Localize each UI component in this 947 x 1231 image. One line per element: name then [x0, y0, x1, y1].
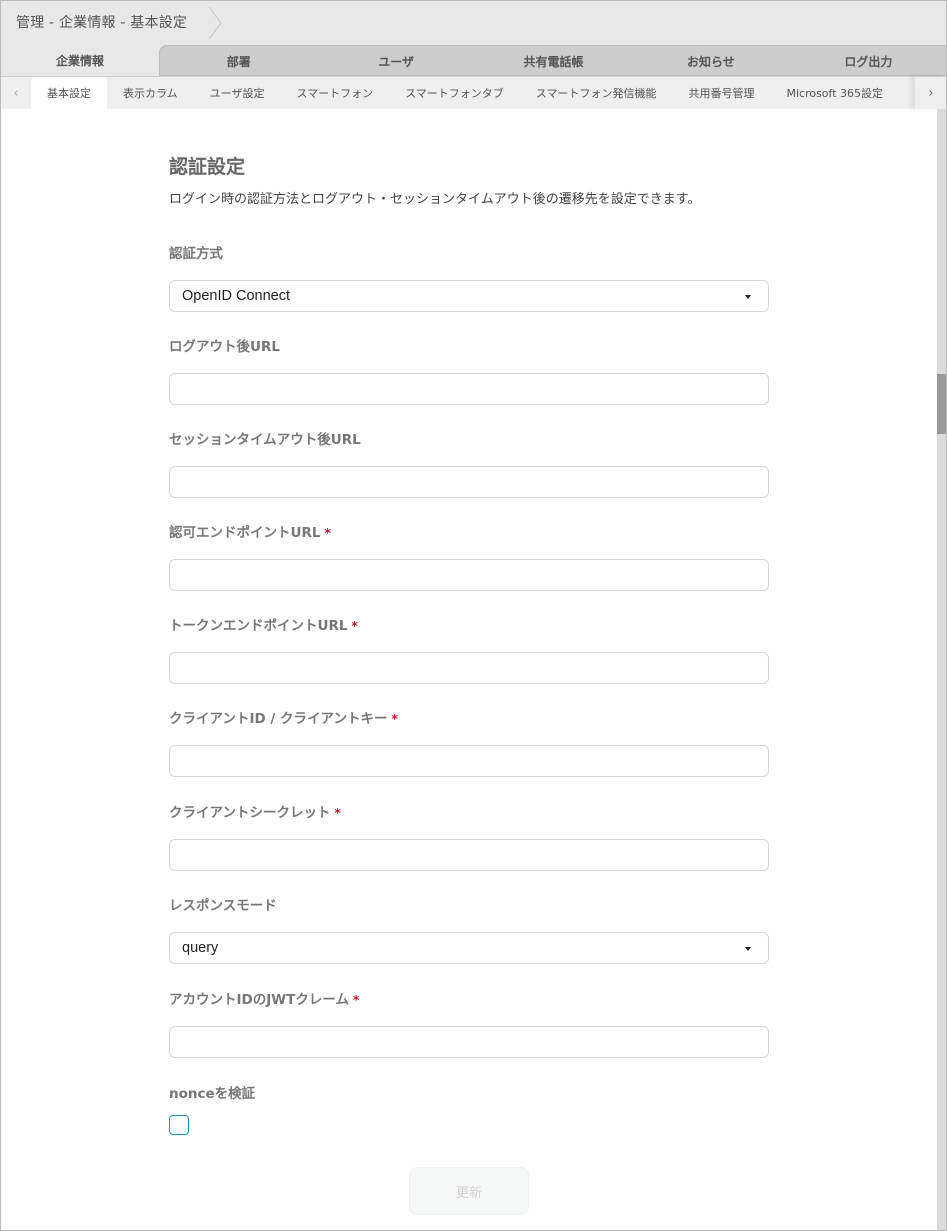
sub-tabs-prev-icon[interactable]: ‹	[1, 77, 31, 109]
client-secret-field: クライアントシークレット *	[169, 803, 769, 871]
account-id-claim-label-text: アカウントIDのJWTクレーム	[169, 992, 349, 1008]
client-secret-input[interactable]	[169, 839, 769, 871]
response-mode-field: レスポンスモード query	[169, 896, 769, 964]
required-mark: *	[352, 993, 360, 1007]
verify-nonce-label: nonceを検証	[169, 1086, 256, 1102]
client-secret-label-text: クライアントシークレット	[169, 805, 331, 821]
authorization-endpoint-label: 認可エンドポイントURL *	[169, 523, 769, 543]
required-mark: *	[351, 619, 358, 633]
auth-method-select[interactable]: OpenID Connect	[169, 280, 769, 312]
main-tabs: 企業情報 部署 ユーザ 共有電話帳 お知らせ ログ出力	[1, 45, 946, 77]
client-id-label: クライアントID / クライアントキー *	[169, 709, 769, 729]
update-button[interactable]: 更新	[409, 1167, 529, 1215]
authorization-endpoint-field: 認可エンドポイントURL *	[169, 523, 769, 591]
session-timeout-url-label: セッションタイムアウト後URL	[169, 432, 361, 448]
main-tab-log-output[interactable]: ログ出力	[790, 46, 946, 77]
response-mode-label: レスポンスモード	[169, 898, 277, 914]
sub-tabs: ‹ 基本設定 表示カラム ユーザ設定 スマートフォン スマートフォンタブ スマー…	[1, 76, 946, 109]
scrollbar[interactable]	[937, 109, 946, 1230]
main-tabs-inactive: 部署 ユーザ 共有電話帳 お知らせ ログ出力	[159, 45, 946, 77]
account-id-claim-input[interactable]	[169, 1026, 769, 1058]
token-endpoint-label: トークンエンドポイントURL *	[169, 616, 769, 636]
breadcrumb-chevron-icon	[208, 6, 222, 40]
logout-url-label: ログアウト後URL	[169, 339, 280, 355]
authorization-endpoint-input[interactable]	[169, 559, 769, 591]
sub-tab-display-columns[interactable]: 表示カラム	[107, 77, 194, 109]
auth-method-field: 認証方式 OpenID Connect	[169, 244, 769, 312]
session-timeout-url-field: セッションタイムアウト後URL	[169, 430, 769, 498]
sub-tab-smartphone[interactable]: スマートフォン	[280, 77, 389, 109]
sub-tab-microsoft-365[interactable]: Microsoft 365設定	[770, 77, 899, 109]
page-frame: 管理 - 企業情報 - 基本設定 企業情報 部署 ユーザ 共有電話帳 お知らせ …	[0, 0, 947, 1231]
sub-tab-basic-settings[interactable]: 基本設定	[31, 77, 107, 109]
logout-url-field: ログアウト後URL	[169, 337, 769, 405]
logout-url-input[interactable]	[169, 373, 769, 405]
main-tab-departments[interactable]: 部署	[160, 46, 317, 77]
account-id-claim-label: アカウントIDのJWTクレーム *	[169, 990, 769, 1010]
caret-down-icon	[745, 295, 751, 299]
main-tab-users[interactable]: ユーザ	[317, 46, 474, 77]
caret-down-icon	[745, 947, 751, 951]
required-mark: *	[324, 526, 331, 540]
verify-nonce-checkbox[interactable]	[169, 1115, 189, 1135]
sub-tab-smartphone-tabs[interactable]: スマートフォンタブ	[389, 77, 520, 109]
required-mark: *	[334, 806, 341, 820]
account-id-claim-field: アカウントIDのJWTクレーム *	[169, 990, 769, 1058]
auth-method-label: 認証方式	[169, 246, 223, 262]
header-bar: 管理 - 企業情報 - 基本設定	[1, 1, 946, 45]
main-tab-company-info[interactable]: 企業情報	[1, 45, 159, 76]
verify-nonce-field: nonceを検証	[169, 1084, 769, 1135]
main-tab-shared-phonebook[interactable]: 共有電話帳	[475, 46, 632, 77]
session-timeout-url-input[interactable]	[169, 466, 769, 498]
section-description: ログイン時の認証方法とログアウト・セッションタイムアウト後の遷移先を設定できます…	[169, 192, 701, 207]
client-id-input[interactable]	[169, 745, 769, 777]
required-mark: *	[391, 712, 398, 726]
token-endpoint-label-text: トークンエンドポイントURL	[169, 618, 348, 634]
main-tab-notices[interactable]: お知らせ	[632, 46, 789, 77]
sub-tabs-next-icon[interactable]: ›	[915, 77, 946, 109]
sub-tab-shared-numbers[interactable]: 共用番号管理	[672, 77, 770, 109]
section-title: 認証設定	[169, 156, 246, 178]
response-mode-value: query	[182, 940, 219, 956]
auth-method-value: OpenID Connect	[182, 288, 291, 304]
scrollbar-thumb[interactable]	[937, 374, 946, 434]
client-secret-label: クライアントシークレット *	[169, 803, 769, 823]
sub-tab-user-settings[interactable]: ユーザ設定	[194, 77, 281, 109]
breadcrumb: 管理 - 企業情報 - 基本設定	[16, 15, 188, 31]
token-endpoint-input[interactable]	[169, 652, 769, 684]
response-mode-select[interactable]: query	[169, 932, 769, 964]
authorization-endpoint-label-text: 認可エンドポイントURL	[169, 525, 321, 541]
client-id-label-text: クライアントID / クライアントキー	[169, 711, 388, 727]
sub-tab-smartphone-calling[interactable]: スマートフォン発信機能	[520, 77, 673, 109]
client-id-field: クライアントID / クライアントキー *	[169, 709, 769, 777]
sub-tab-list: 基本設定 表示カラム ユーザ設定 スマートフォン スマートフォンタブ スマートフ…	[31, 77, 939, 109]
token-endpoint-field: トークンエンドポイントURL *	[169, 616, 769, 684]
